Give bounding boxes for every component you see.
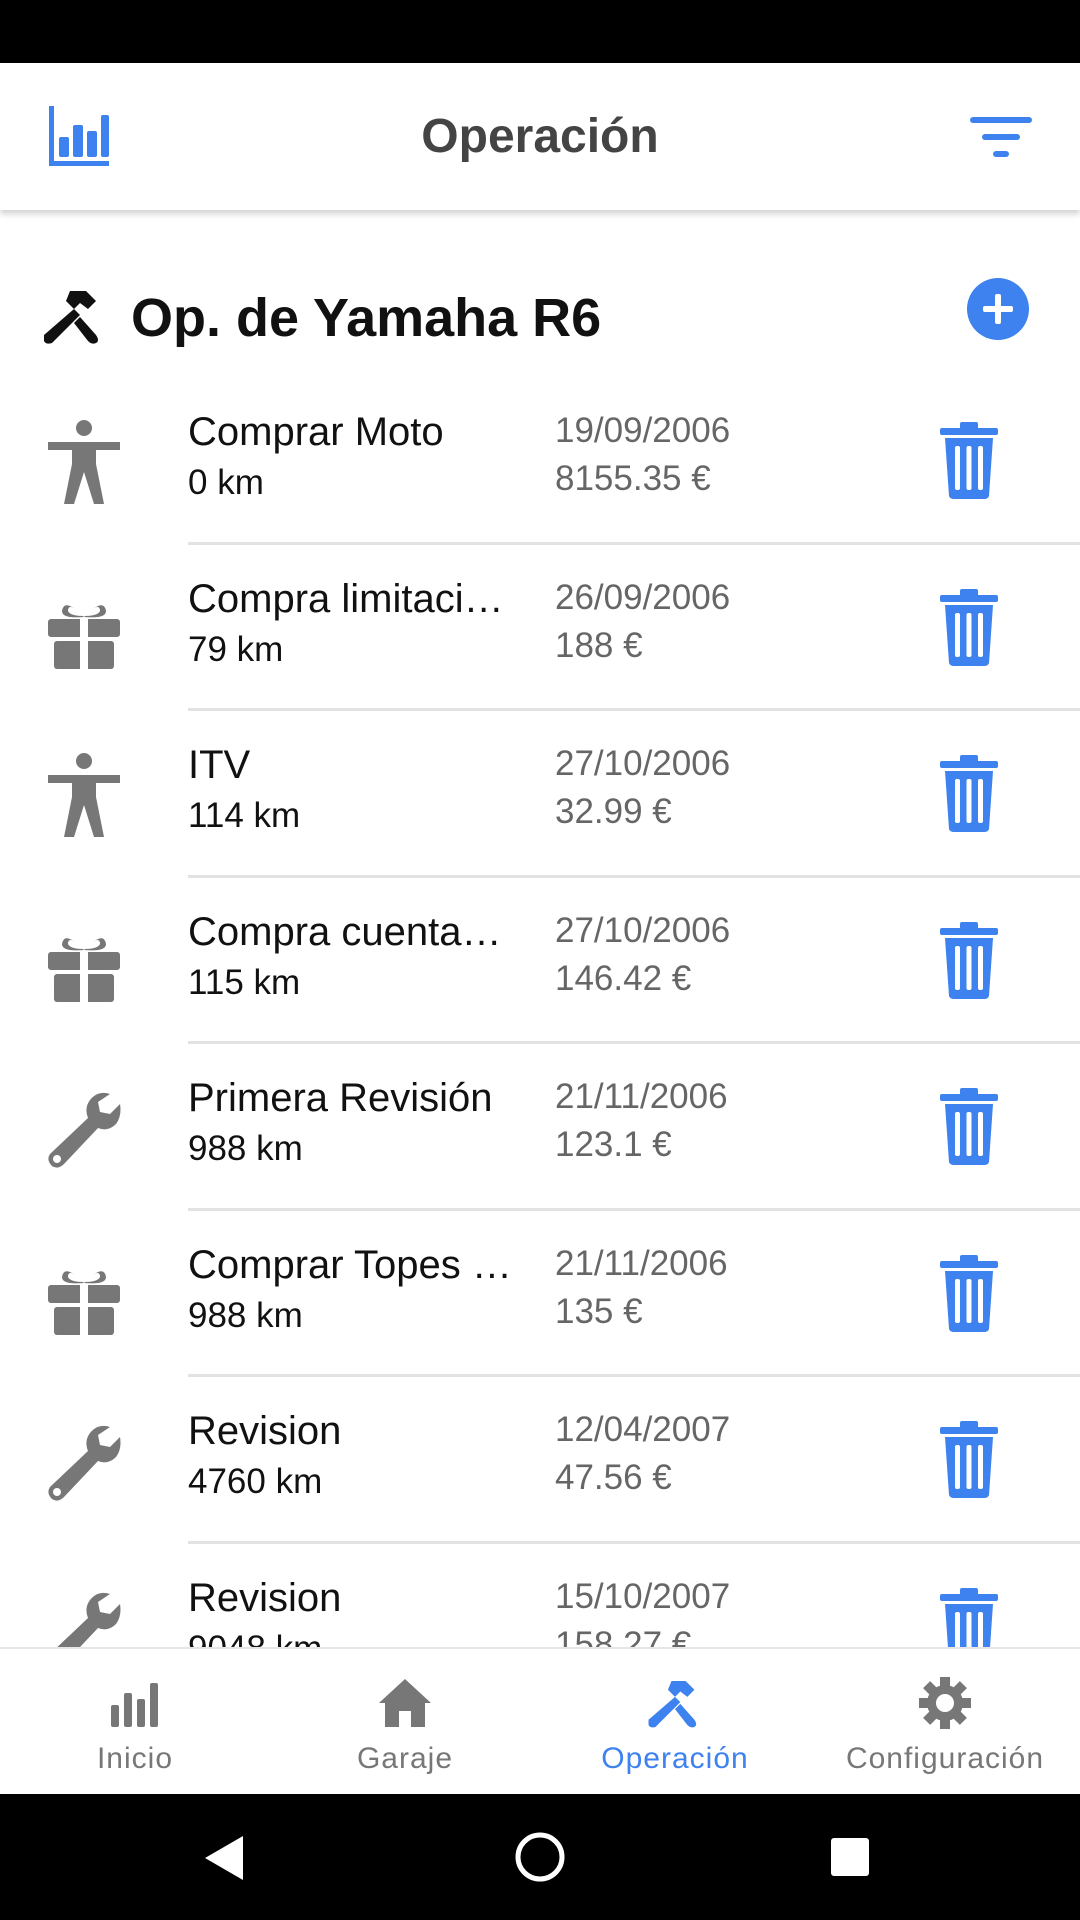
trash-icon: [940, 1587, 998, 1647]
operation-cost: 146.42 €: [555, 958, 692, 998]
bottom-navigation: Inicio Garaje Operación Configuración: [0, 1647, 1080, 1794]
back-icon[interactable]: [165, 1794, 285, 1920]
delete-button[interactable]: [938, 1086, 1000, 1166]
person-icon: [44, 420, 124, 505]
delete-button[interactable]: [938, 420, 1000, 500]
nav-label-configuracion: Configuración: [845, 1742, 1045, 1775]
operation-date: 27/10/2006: [555, 910, 731, 950]
delete-button[interactable]: [938, 1419, 1000, 1499]
trash-icon: [940, 588, 998, 666]
nav-label-operacion: Operación: [601, 1742, 749, 1775]
system-navigation-bar: [0, 1794, 1080, 1920]
operation-row[interactable]: Comprar Moto 0 km 19/09/2006 8155.35 €: [0, 378, 1080, 545]
operation-row[interactable]: Primera Revisión 988 km 21/11/2006 123.1 €: [0, 1044, 1080, 1211]
delete-button[interactable]: [938, 753, 1000, 833]
add-operation-button[interactable]: [967, 278, 1029, 340]
operation-cost: 8155.35 €: [555, 459, 711, 498]
tools-icon: [648, 1680, 697, 1728]
trash-icon: [940, 1254, 998, 1332]
operation-row[interactable]: Revision 4760 km 12/04/2007 47.56 €: [0, 1377, 1080, 1544]
operation-cost: 47.56 €: [555, 1458, 672, 1497]
operation-cost: 32.99 €: [555, 792, 672, 831]
delete-button[interactable]: [938, 1586, 1000, 1647]
operation-date: 27/10/2006: [555, 744, 731, 783]
operation-date: 19/09/2006: [555, 411, 731, 450]
wrench-icon: [44, 1419, 124, 1504]
operation-name: Comprar Topes …: [188, 1242, 512, 1287]
recents-square-icon[interactable]: [790, 1794, 910, 1920]
operation-name: Revision: [188, 1575, 342, 1620]
gear-icon: [919, 1677, 971, 1729]
plus-circle-icon: [983, 294, 1013, 324]
operations-list: Comprar Moto 0 km 19/09/2006 8155.35 € Compr…: [0, 378, 1080, 1647]
operation-row[interactable]: Revision 9048 km 15/10/2007 158.27 €: [0, 1544, 1080, 1648]
operation-name: Primera Revisión: [188, 1076, 493, 1120]
person-icon: [44, 753, 124, 838]
page-title: Operación: [421, 110, 659, 163]
operation-date: 26/09/2006: [555, 577, 731, 617]
trash-icon: [940, 422, 998, 499]
operations-content: Op. de Yamaha R6 Comprar Moto 0 km 19/09/2…: [0, 210, 1080, 1647]
wrench-icon: [44, 1086, 124, 1171]
gift-icon: [44, 587, 124, 672]
operation-date: 21/11/2006: [555, 1077, 728, 1116]
operation-name: Comprar Moto: [188, 410, 444, 454]
operation-km: 988 km: [188, 1295, 303, 1335]
operation-name: Compra limitaci…: [188, 576, 504, 621]
operation-cost: 188 €: [555, 625, 643, 665]
bar-chart-icon: [111, 1683, 158, 1727]
operation-cost: 123.1 €: [555, 1125, 672, 1164]
filter-icon[interactable]: [968, 113, 1034, 163]
operation-date: 15/10/2007: [555, 1576, 731, 1616]
nav-label-garaje: Garaje: [356, 1742, 454, 1775]
operation-row[interactable]: Compra cuenta… 115 km 27/10/2006 146.42 €: [0, 878, 1080, 1044]
operation-cost: 158.27 €: [555, 1624, 692, 1648]
operation-row[interactable]: Comprar Topes … 988 km 21/11/2006 135 €: [0, 1211, 1080, 1377]
operation-date: 12/04/2007: [555, 1410, 731, 1449]
gift-icon: [44, 920, 124, 1005]
nav-item-operacion[interactable]: Operación: [540, 1649, 810, 1796]
operation-row[interactable]: Compra limitaci… 79 km 26/09/2006 188 €: [0, 545, 1080, 711]
operation-cost: 135 €: [555, 1291, 643, 1331]
operation-row[interactable]: ITV 114 km 27/10/2006 32.99 €: [0, 711, 1080, 878]
trash-icon: [940, 755, 998, 832]
trash-icon: [940, 921, 998, 999]
section-title: Op. de Yamaha R6: [131, 288, 602, 348]
operation-km: 115 km: [188, 962, 301, 1002]
operation-km: 0 km: [188, 463, 264, 502]
delete-button[interactable]: [938, 920, 1000, 1000]
wrench-icon: [44, 1586, 124, 1647]
nav-item-configuracion[interactable]: Configuración: [810, 1649, 1080, 1796]
operation-name: ITV: [188, 743, 251, 787]
nav-item-inicio[interactable]: Inicio: [0, 1649, 270, 1796]
operation-km: 9048 km: [188, 1626, 322, 1648]
gift-icon: [44, 1253, 124, 1338]
delete-button[interactable]: [938, 587, 1000, 667]
trash-icon: [940, 1088, 998, 1165]
status-bar: [0, 0, 1080, 63]
home-circle-icon[interactable]: [480, 1794, 600, 1920]
operation-km: 4760 km: [188, 1462, 323, 1501]
app-bar: Operación: [0, 63, 1080, 210]
operation-km: 988 km: [188, 1129, 303, 1168]
home-icon: [379, 1679, 431, 1727]
delete-button[interactable]: [938, 1253, 1000, 1333]
operation-name: Revision: [188, 1409, 342, 1453]
tools-icon: [44, 291, 98, 344]
nav-item-garaje[interactable]: Garaje: [270, 1649, 540, 1796]
operation-km: 79 km: [188, 629, 284, 669]
operation-date: 21/11/2006: [555, 1243, 728, 1283]
trash-icon: [940, 1421, 998, 1498]
nav-label-inicio: Inicio: [96, 1742, 174, 1775]
operation-km: 114 km: [188, 796, 301, 835]
operation-name: Compra cuenta…: [188, 909, 502, 954]
section-header: Op. de Yamaha R6: [0, 265, 1080, 375]
